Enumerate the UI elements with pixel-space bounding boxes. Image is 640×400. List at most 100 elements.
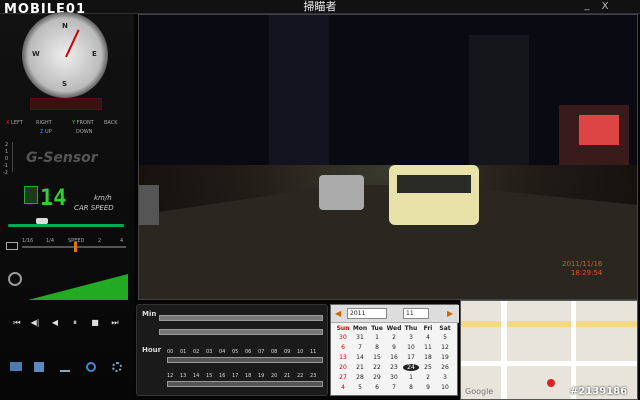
gtick: 2 <box>5 142 9 148</box>
calendar-day[interactable]: 30 <box>335 334 351 341</box>
calendar-day[interactable]: 6 <box>335 344 351 351</box>
calendar-day[interactable]: 30 <box>386 374 402 381</box>
weekday-header: Sun <box>336 325 350 332</box>
calendar-day[interactable]: 31 <box>352 334 368 341</box>
road-scene <box>139 15 637 299</box>
weekday-header: Fri <box>423 325 433 332</box>
gear-icon[interactable] <box>112 362 122 372</box>
tools-icon[interactable] <box>60 362 70 372</box>
calendar-day[interactable]: 14 <box>352 354 368 361</box>
calendar-day[interactable]: 18 <box>420 354 436 361</box>
speed-tick: 4 <box>120 238 124 244</box>
close-button[interactable]: X <box>598 0 612 14</box>
prev-month-button[interactable]: ◀ <box>335 309 341 318</box>
calendar-day[interactable]: 13 <box>335 354 351 361</box>
skip-end-button[interactable]: ⏭ <box>108 318 122 328</box>
speed-tick: 1/16 <box>22 238 34 244</box>
minimize-button[interactable]: _ <box>580 0 594 14</box>
video-time: 18:29:54 <box>570 269 603 277</box>
calendar-day[interactable]: 9 <box>420 384 436 391</box>
calendar-day[interactable]: 5 <box>437 334 453 341</box>
frame-back-button[interactable]: ◀| <box>28 318 42 327</box>
map[interactable]: Google <box>460 300 638 400</box>
calendar-day[interactable]: 1 <box>403 374 419 381</box>
volume-knob[interactable] <box>8 272 22 286</box>
stop-button[interactable]: ■ <box>88 318 102 327</box>
weekday-header: Mon <box>352 325 368 332</box>
save-icon[interactable] <box>34 362 44 372</box>
dir-up: Z UP <box>40 129 52 135</box>
folder-icon[interactable] <box>10 362 22 371</box>
calendar-day[interactable]: 15 <box>369 354 385 361</box>
calendar: ◀ 2011 11 ▶ Sun Mon Tue Wed Thu Fri Sat 30 31 1 2 3… <box>330 304 459 396</box>
gsensor-label: G-Sensor <box>26 150 98 166</box>
hour-label-num: 19 <box>258 373 265 379</box>
calendar-day[interactable]: 5 <box>352 384 368 391</box>
watermark: #2139186 <box>570 386 628 397</box>
calendar-day[interactable]: 25 <box>420 364 436 371</box>
month-select[interactable]: 11 <box>403 308 429 319</box>
gtick: 0 <box>5 156 9 162</box>
calendar-day[interactable]: 3 <box>403 334 419 341</box>
calendar-day[interactable]: 10 <box>437 384 453 391</box>
calendar-day[interactable]: 2 <box>420 374 436 381</box>
app-title: 掃瞄者 <box>303 0 337 13</box>
calendar-day[interactable]: 16 <box>386 354 402 361</box>
calendar-day[interactable]: 21 <box>352 364 368 371</box>
calendar-day[interactable]: 7 <box>352 344 368 351</box>
speed-tick: 1/4 <box>46 238 55 244</box>
calendar-day[interactable]: 11 <box>420 344 436 351</box>
calendar-day[interactable]: 4 <box>420 334 436 341</box>
hour-label-num: 18 <box>245 373 252 379</box>
next-month-button[interactable]: ▶ <box>447 309 453 318</box>
calendar-day[interactable]: 7 <box>386 384 402 391</box>
compass-s: S <box>62 80 68 88</box>
minute-track[interactable] <box>159 315 323 321</box>
calendar-day[interactable]: 9 <box>386 344 402 351</box>
year-select[interactable]: 2011 <box>347 308 387 319</box>
calendar-day[interactable]: 12 <box>437 344 453 351</box>
weekday-header: Sat <box>439 325 451 332</box>
hour-track-1[interactable] <box>167 357 323 363</box>
calendar-grid: Sun Mon Tue Wed Thu Fri Sat 30 31 1 2 3 4 5 6 7 8 9 10 11 12… <box>335 325 455 395</box>
pause-button[interactable]: ⏸ <box>68 318 82 328</box>
compass-e: E <box>92 50 97 58</box>
skip-start-button[interactable]: ⏮ <box>10 318 24 328</box>
calendar-day[interactable]: 1 <box>369 334 385 341</box>
video-frame[interactable] <box>138 14 638 300</box>
calendar-day[interactable]: 8 <box>369 344 385 351</box>
video-timestamp: 2011/11/16 18:29:54 <box>562 260 602 278</box>
calendar-day[interactable]: 20 <box>335 364 351 371</box>
speed-tick: 2 <box>98 238 102 244</box>
calendar-day[interactable]: 26 <box>437 364 453 371</box>
calendar-day[interactable]: 28 <box>352 374 368 381</box>
ie-icon[interactable] <box>86 362 96 372</box>
play-back-button[interactable]: ◀ <box>48 318 62 327</box>
calendar-day[interactable]: 2 <box>386 334 402 341</box>
hour-track-2[interactable] <box>167 381 323 387</box>
minute-track-2[interactable] <box>159 329 323 335</box>
calendar-day[interactable]: 22 <box>369 364 385 371</box>
dir-right: RIGHT <box>36 120 52 126</box>
dir-left: X LEFT <box>6 120 23 126</box>
calendar-day[interactable]: 4 <box>335 384 351 391</box>
calendar-day[interactable]: 19 <box>437 354 453 361</box>
calendar-day[interactable]: 6 <box>369 384 385 391</box>
hour-label-num: 17 <box>232 373 239 379</box>
calendar-day[interactable]: 27 <box>335 374 351 381</box>
weekday-header: Tue <box>371 325 383 332</box>
calendar-day[interactable]: 8 <box>403 384 419 391</box>
calendar-day[interactable]: 10 <box>403 344 419 351</box>
calendar-day[interactable]: 29 <box>369 374 385 381</box>
car-icon[interactable] <box>36 218 48 224</box>
dir-back: BACK <box>104 120 118 126</box>
hours-row-1: 00 01 02 03 04 05 06 07 08 09 10 11 <box>167 349 323 357</box>
speed-thumb[interactable] <box>74 242 77 252</box>
calendar-day[interactable]: 3 <box>437 374 453 381</box>
calendar-day[interactable]: 24 <box>403 364 419 371</box>
calendar-day[interactable]: 23 <box>386 364 402 371</box>
position-slider[interactable] <box>8 224 124 227</box>
calendar-day[interactable]: 17 <box>403 354 419 361</box>
volume-bars[interactable] <box>28 272 128 300</box>
hour-label-num: 23 <box>310 373 317 379</box>
